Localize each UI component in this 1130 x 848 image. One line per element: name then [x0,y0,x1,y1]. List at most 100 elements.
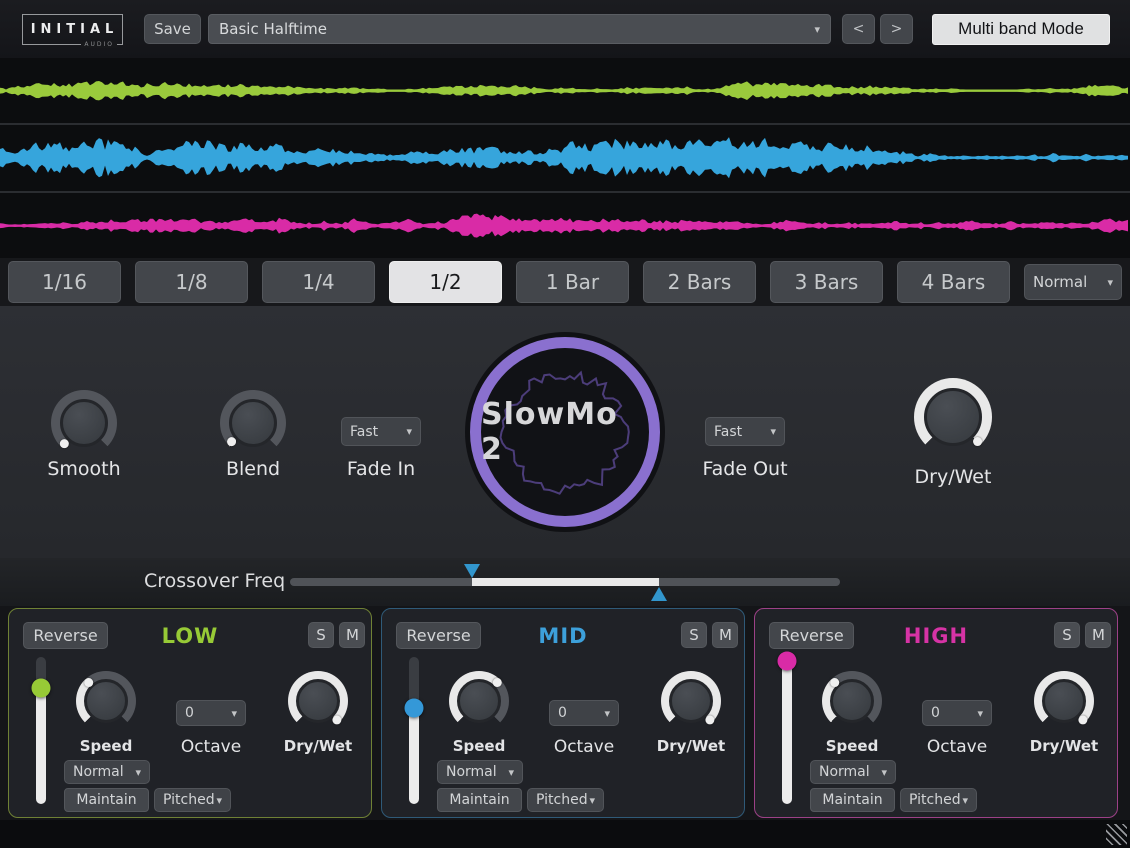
preset-value: Basic Halftime [219,20,814,38]
speed-mode-value: Normal [446,764,508,780]
solo-button[interactable]: S [1054,622,1080,648]
status-bar [0,820,1130,848]
resize-grip-icon[interactable] [1106,824,1127,845]
division-buttons: 1/16 1/8 1/4 1/2 1 Bar 2 Bars 3 Bars 4 Bars [8,261,1010,303]
chevron-down-icon: ▾ [977,707,983,720]
speed-knob[interactable] [449,671,509,731]
drywet-label: Dry/Wet [646,737,736,755]
preset-select[interactable]: Basic Halftime ▾ [208,14,831,44]
drywet-label: Dry/Wet [273,737,363,755]
crossover-slider[interactable] [290,578,840,586]
fade-in-select[interactable]: Fast ▾ [341,417,421,446]
solo-button[interactable]: S [308,622,334,648]
mute-button[interactable]: M [1085,622,1111,648]
band-level-slider[interactable] [31,657,51,804]
band-panels: Reverse LOW S M 0 ▾ Speed Octave Dry/Wet… [0,606,1130,820]
speed-mode-select[interactable]: Normal ▾ [810,760,896,784]
slowmo2-plugin-window: INITIAL AUDIO Save Basic Halftime ▾ < > … [0,0,1130,848]
speed-mode-select[interactable]: Normal ▾ [437,760,523,784]
chevron-down-icon: ▾ [814,23,820,36]
chevron-down-icon: ▾ [406,425,412,438]
band-panel-high: Reverse HIGH S M 0 ▾ Speed Octave Dry/We… [754,608,1118,818]
octave-select[interactable]: 0 ▾ [922,700,992,726]
drywet-knob[interactable] [1034,671,1094,731]
drywet-label: Dry/Wet [893,466,1013,488]
chevron-down-icon: ▾ [589,794,595,807]
waveform-display [0,58,1130,258]
trigger-mode-select[interactable]: Normal ▾ [1024,264,1122,300]
band-panel-mid: Reverse MID S M 0 ▾ Speed Octave Dry/Wet… [381,608,745,818]
band-panel-low: Reverse LOW S M 0 ▾ Speed Octave Dry/Wet… [8,608,372,818]
previous-preset-button[interactable]: < [842,14,875,44]
fade-out-label: Fade Out [685,458,805,480]
division-button-2-bars[interactable]: 2 Bars [643,261,756,303]
save-button[interactable]: Save [144,14,201,44]
speed-mode-value: Normal [73,764,135,780]
drywet-label: Dry/Wet [1019,737,1109,755]
octave-value: 0 [558,705,604,721]
initial-audio-logo: INITIAL AUDIO [22,14,123,45]
solo-button[interactable]: S [681,622,707,648]
pitch-mode-select[interactable]: Pitched ▾ [527,788,604,812]
division-row: 1/16 1/8 1/4 1/2 1 Bar 2 Bars 3 Bars 4 Bars Nor… [0,258,1130,306]
pitch-mode-value: Pitched [163,792,216,808]
band-level-slider[interactable] [777,657,797,804]
slider-handle[interactable] [32,678,51,697]
division-button-1-bar[interactable]: 1 Bar [516,261,629,303]
octave-value: 0 [931,705,977,721]
pitch-mode-value: Pitched [536,792,589,808]
slowmo-logo-dial: SlowMo 2 [470,337,660,527]
band-level-slider[interactable] [404,657,424,804]
crossover-label: Crossover Freq [144,570,285,592]
speed-mode-value: Normal [819,764,881,780]
octave-select[interactable]: 0 ▾ [176,700,246,726]
crossover-high-handle[interactable] [651,587,667,601]
drywet-knob[interactable] [661,671,721,731]
logo-brand-text: INITIAL [27,22,119,37]
slider-handle[interactable] [778,652,797,671]
smooth-knob[interactable] [51,390,117,456]
chevron-down-icon: ▾ [1107,276,1113,289]
slider-track[interactable] [782,657,792,804]
mute-button[interactable]: M [339,622,365,648]
speed-knob[interactable] [822,671,882,731]
octave-value: 0 [185,705,231,721]
maintain-button[interactable]: Maintain [437,788,522,812]
low-band-waveform [0,58,1130,123]
smooth-label: Smooth [24,458,144,480]
division-button-1-16[interactable]: 1/16 [8,261,121,303]
division-button-1-4[interactable]: 1/4 [262,261,375,303]
logo-sub-text: AUDIO [81,41,117,48]
crossover-low-handle[interactable] [464,564,480,578]
crossover-section: Crossover Freq [0,558,1130,606]
maintain-button[interactable]: Maintain [64,788,149,812]
fade-out-select[interactable]: Fast ▾ [705,417,785,446]
chevron-down-icon: ▾ [604,707,610,720]
slider-handle[interactable] [405,699,424,718]
octave-select[interactable]: 0 ▾ [549,700,619,726]
mute-button[interactable]: M [712,622,738,648]
top-bar: INITIAL AUDIO Save Basic Halftime ▾ < > … [0,0,1130,58]
drywet-knob[interactable] [288,671,348,731]
mid-band-waveform [0,123,1130,190]
pitch-mode-select[interactable]: Pitched ▾ [900,788,977,812]
drywet-knob[interactable] [914,378,992,456]
chevron-down-icon: ▾ [881,766,887,779]
division-button-1-2[interactable]: 1/2 [389,261,502,303]
maintain-button[interactable]: Maintain [810,788,895,812]
blend-label: Blend [193,458,313,480]
chevron-down-icon: ▾ [770,425,776,438]
speed-mode-select[interactable]: Normal ▾ [64,760,150,784]
division-button-3-bars[interactable]: 3 Bars [770,261,883,303]
next-preset-button[interactable]: > [880,14,913,44]
division-button-4-bars[interactable]: 4 Bars [897,261,1010,303]
speed-knob[interactable] [76,671,136,731]
multi-band-mode-button[interactable]: Multi band Mode [932,14,1110,45]
pitch-mode-value: Pitched [909,792,962,808]
blend-knob[interactable] [220,390,286,456]
pitch-mode-select[interactable]: Pitched ▾ [154,788,231,812]
slider-track[interactable] [409,657,419,804]
fade-in-value: Fast [350,424,406,440]
division-button-1-8[interactable]: 1/8 [135,261,248,303]
crossover-range-fill [472,578,659,586]
